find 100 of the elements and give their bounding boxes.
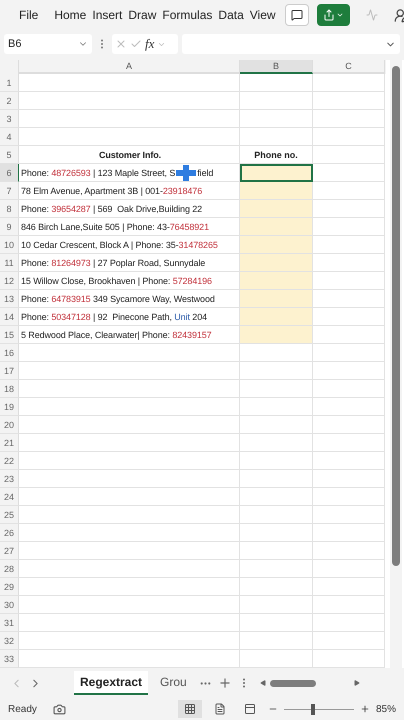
row-header[interactable]: 32 [0, 632, 19, 650]
table-cell[interactable] [19, 632, 240, 650]
table-cell[interactable] [19, 74, 240, 92]
menu-item[interactable]: View [248, 8, 277, 22]
table-cell[interactable] [19, 614, 240, 632]
table-cell[interactable] [313, 218, 385, 236]
table-cell[interactable] [313, 164, 385, 182]
table-cell[interactable] [313, 614, 385, 632]
table-cell[interactable] [313, 254, 385, 272]
table-cell[interactable] [240, 92, 313, 110]
table-cell[interactable] [19, 92, 240, 110]
row-header[interactable]: 5 [0, 146, 19, 164]
table-cell[interactable] [313, 74, 385, 92]
table-cell[interactable] [240, 614, 313, 632]
row-header[interactable]: 16 [0, 344, 19, 362]
table-cell[interactable] [240, 362, 313, 380]
table-cell[interactable] [19, 488, 240, 506]
table-cell[interactable] [19, 398, 240, 416]
table-cell[interactable] [19, 434, 240, 452]
table-cell[interactable] [19, 542, 240, 560]
table-cell[interactable] [240, 128, 313, 146]
table-cell[interactable] [240, 416, 313, 434]
scroll-right-icon[interactable] [354, 680, 360, 686]
menu-item[interactable]: Insert [91, 8, 124, 22]
table-cell[interactable] [240, 182, 313, 200]
selected-cell[interactable] [240, 164, 313, 182]
table-cell[interactable] [240, 218, 313, 236]
table-cell[interactable] [240, 236, 313, 254]
table-cell[interactable] [313, 146, 385, 164]
insert-function-button[interactable]: fx [145, 36, 154, 52]
row-header[interactable]: 18 [0, 380, 19, 398]
table-cell[interactable] [313, 524, 385, 542]
table-cell[interactable] [313, 560, 385, 578]
table-cell[interactable]: Phone no. [240, 146, 313, 164]
sheet-tab[interactable]: Regextract [74, 671, 148, 695]
row-header[interactable]: 28 [0, 560, 19, 578]
table-cell[interactable] [19, 128, 240, 146]
row-header[interactable]: 11 [0, 254, 19, 272]
name-box[interactable]: B6 [4, 34, 92, 54]
row-header[interactable]: 31 [0, 614, 19, 632]
row-header[interactable]: 17 [0, 362, 19, 380]
row-header[interactable]: 26 [0, 524, 19, 542]
table-cell[interactable] [313, 236, 385, 254]
menu-item[interactable]: File [18, 8, 40, 22]
table-cell[interactable] [313, 344, 385, 362]
sheet-tab[interactable]: Grou [154, 671, 193, 695]
row-header[interactable]: 2 [0, 92, 19, 110]
table-cell[interactable] [313, 416, 385, 434]
table-cell[interactable] [240, 452, 313, 470]
menu-item[interactable]: Formulas [161, 8, 214, 22]
zoom-thumb[interactable] [310, 704, 315, 714]
table-cell[interactable] [19, 344, 240, 362]
column-header[interactable]: C [313, 60, 385, 74]
table-cell[interactable] [240, 632, 313, 650]
table-cell[interactable] [313, 110, 385, 128]
row-header[interactable]: 12 [0, 272, 19, 290]
scroll-left-icon[interactable] [260, 680, 266, 686]
table-cell[interactable] [240, 200, 313, 218]
table-cell[interactable] [240, 596, 313, 614]
formula-input[interactable] [182, 34, 400, 54]
table-cell[interactable] [19, 506, 240, 524]
row-header[interactable]: 1 [0, 74, 19, 92]
row-header[interactable]: 15 [0, 326, 19, 344]
view-button[interactable] [178, 700, 202, 718]
row-header[interactable]: 10 [0, 236, 19, 254]
table-cell[interactable] [240, 560, 313, 578]
table-cell[interactable] [313, 182, 385, 200]
table-cell[interactable] [240, 488, 313, 506]
table-cell[interactable] [19, 524, 240, 542]
table-cell[interactable] [240, 110, 313, 128]
table-cell[interactable] [19, 452, 240, 470]
menu-item[interactable]: Home [53, 8, 88, 22]
row-header[interactable]: 8 [0, 200, 19, 218]
table-cell[interactable] [240, 434, 313, 452]
table-cell[interactable] [313, 200, 385, 218]
table-cell[interactable] [19, 596, 240, 614]
table-cell[interactable] [313, 308, 385, 326]
table-cell[interactable] [240, 650, 313, 668]
row-header[interactable]: 23 [0, 470, 19, 488]
menu-item[interactable]: Draw [127, 8, 158, 22]
table-cell[interactable] [313, 362, 385, 380]
column-header[interactable]: B [240, 60, 313, 74]
table-cell[interactable] [313, 506, 385, 524]
column-header[interactable]: A [19, 60, 240, 74]
zoom-in-icon[interactable] [360, 704, 370, 714]
row-header[interactable]: 13 [0, 290, 19, 308]
table-cell[interactable] [313, 326, 385, 344]
table-cell[interactable] [240, 398, 313, 416]
activity-icon[interactable] [366, 9, 378, 21]
table-cell[interactable] [313, 272, 385, 290]
table-cell[interactable] [19, 362, 240, 380]
table-cell[interactable] [240, 380, 313, 398]
table-cell[interactable] [313, 470, 385, 488]
table-cell[interactable] [313, 290, 385, 308]
row-header[interactable]: 24 [0, 488, 19, 506]
table-cell[interactable] [19, 560, 240, 578]
row-header[interactable]: 6 [0, 164, 19, 182]
table-cell[interactable] [313, 632, 385, 650]
check-icon[interactable] [130, 38, 142, 50]
table-cell[interactable] [313, 92, 385, 110]
